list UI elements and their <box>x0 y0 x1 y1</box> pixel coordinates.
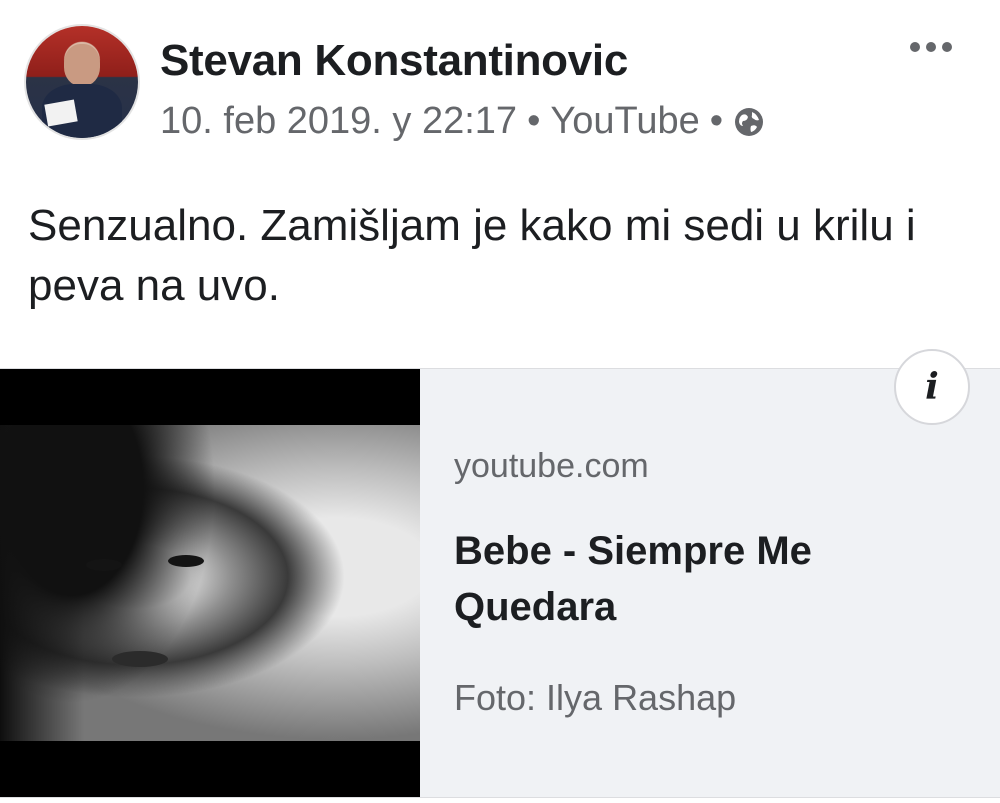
link-info: i youtube.com Bebe - Siempre Me Quedara … <box>420 349 1000 797</box>
dot <box>910 42 920 52</box>
author-avatar[interactable] <box>26 26 138 138</box>
thumbnail-detail <box>86 559 122 571</box>
post-source: YouTube <box>550 100 700 142</box>
info-icon[interactable]: i <box>894 349 970 425</box>
dot <box>926 42 936 52</box>
meta-separator: • <box>527 100 541 142</box>
thumbnail-detail <box>168 555 204 567</box>
link-thumbnail[interactable] <box>0 369 420 797</box>
post-text: Senzualno. Zamišljam je kako mi sedi u k… <box>28 201 916 310</box>
link-domain: youtube.com <box>454 447 649 485</box>
link-title[interactable]: Bebe - Siempre Me Quedara <box>454 523 954 635</box>
more-options-icon[interactable] <box>910 42 952 52</box>
avatar-head <box>64 44 100 86</box>
meta-separator: • <box>709 100 724 142</box>
post-timestamp[interactable]: 10. feb 2019. у 22:17 <box>160 100 517 143</box>
globe-icon[interactable] <box>733 106 765 138</box>
link-preview-card[interactable]: i youtube.com Bebe - Siempre Me Quedara … <box>0 349 1000 798</box>
author-name[interactable]: Stevan Konstantinovic <box>160 36 628 86</box>
post-meta: 10. feb 2019. у 22:17 • YouTube • <box>160 100 765 143</box>
dot <box>942 42 952 52</box>
link-caption: Foto: Ilya Rashap <box>454 677 737 718</box>
thumbnail-shadow <box>0 425 240 741</box>
thumbnail-detail <box>112 651 168 667</box>
